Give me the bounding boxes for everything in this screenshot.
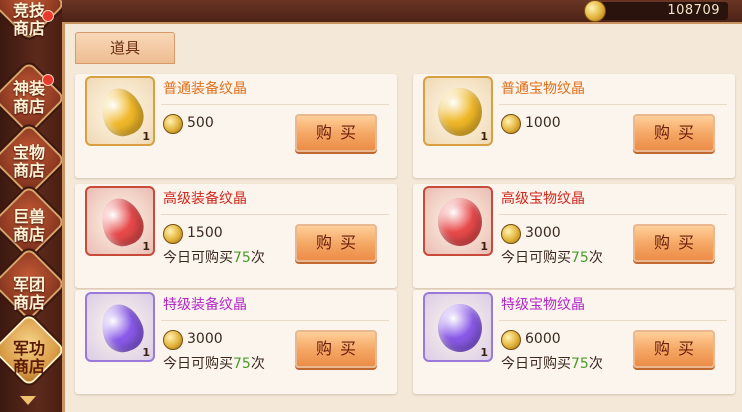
item-quantity: 1 [142,346,150,359]
tab-items[interactable]: 道具 [75,32,175,64]
shop-item-card: 1 特级宝物纹晶 6000 今日可购买75次 购买 [413,290,735,394]
item-name: 特级宝物纹晶 [501,297,585,313]
item-name: 高级宝物纹晶 [501,191,585,207]
item-quantity: 1 [480,130,488,143]
scroll-down-icon[interactable] [20,396,36,405]
item-icon-frame[interactable]: 1 [423,186,493,256]
item-price: 3000 [187,331,223,347]
gold-coin-icon [163,224,183,244]
item-name: 普通宝物纹晶 [501,81,585,97]
divider [499,214,727,215]
item-name: 特级装备纹晶 [163,297,247,313]
buy-button[interactable]: 购买 [295,114,377,152]
item-price: 1000 [525,115,561,131]
divider [499,320,727,321]
gold-coin-icon [584,0,606,22]
limit-count: 75 [233,356,251,372]
shop-item-card: 1 高级装备纹晶 1500 今日可购买75次 购买 [75,184,397,288]
gold-coin-icon [163,330,183,350]
gold-coin-icon [501,330,521,350]
limit-count: 75 [233,250,251,266]
sidebar-item-treasure-shop[interactable]: 宝物 商店 [0,144,58,180]
limit-count: 75 [571,250,589,266]
shop-item-card: 1 特级装备纹晶 3000 今日可购买75次 购买 [75,290,397,394]
limit-prefix: 今日可购买 [501,356,571,372]
gold-coin-icon [501,114,521,134]
purple-equipment-crystal-icon [94,298,150,358]
item-quantity: 1 [480,240,488,253]
item-price: 6000 [525,331,561,347]
top-bar: 108709 [62,0,742,24]
divider [499,104,727,105]
limit-suffix: 次 [588,250,603,266]
shop-panel: 道具 1 普通装备纹晶 500 购买 1 普通宝物纹晶 1000 购买 1 高级… [62,24,742,412]
buy-button[interactable]: 购买 [633,224,715,262]
sidebar-item-beast-shop[interactable]: 巨兽 商店 [0,208,58,244]
divider [161,214,389,215]
limit-suffix: 次 [588,356,603,372]
gold-treasure-crystal-icon [438,88,482,136]
divider [161,320,389,321]
notification-badge [42,10,54,22]
gold-equipment-crystal-icon [94,82,150,142]
divider [161,104,389,105]
currency-amount: 108709 [667,3,720,18]
shop-item-card: 1 普通装备纹晶 500 购买 [75,74,397,178]
item-icon-frame[interactable]: 1 [85,76,155,146]
sidebar-item-merit-shop[interactable]: 军功 商店 [0,340,58,376]
shop-sidebar: 竞技 商店 神装 商店 宝物 商店 巨兽 商店 军团 商店 军功 商店 [0,0,66,412]
red-equipment-crystal-icon [94,192,150,252]
notification-badge [42,74,54,86]
item-icon-frame[interactable]: 1 [423,76,493,146]
item-icon-frame[interactable]: 1 [423,292,493,362]
item-quantity: 1 [142,130,150,143]
buy-button[interactable]: 购买 [633,330,715,368]
item-price: 500 [187,115,214,131]
gold-coin-icon [501,224,521,244]
buy-button[interactable]: 购买 [633,114,715,152]
purchase-limit: 今日可购买75次 [163,353,265,373]
limit-prefix: 今日可购买 [163,356,233,372]
limit-suffix: 次 [250,356,265,372]
item-quantity: 1 [480,346,488,359]
item-quantity: 1 [142,240,150,253]
limit-count: 75 [571,356,589,372]
buy-button[interactable]: 购买 [295,330,377,368]
purchase-limit: 今日可购买75次 [501,353,603,373]
item-name: 普通装备纹晶 [163,81,247,97]
red-treasure-crystal-icon [438,198,482,246]
item-price: 3000 [525,225,561,241]
gold-coin-icon [163,114,183,134]
item-icon-frame[interactable]: 1 [85,186,155,256]
currency-display: 108709 [584,0,728,22]
limit-prefix: 今日可购买 [501,250,571,266]
limit-prefix: 今日可购买 [163,250,233,266]
limit-suffix: 次 [250,250,265,266]
purchase-limit: 今日可购买75次 [163,247,265,267]
purchase-limit: 今日可购买75次 [501,247,603,267]
buy-button[interactable]: 购买 [295,224,377,262]
item-price: 1500 [187,225,223,241]
item-name: 高级装备纹晶 [163,191,247,207]
purple-treasure-crystal-icon [438,304,482,352]
sidebar-item-legion-shop[interactable]: 军团 商店 [0,276,58,312]
item-icon-frame[interactable]: 1 [85,292,155,362]
shop-item-card: 1 高级宝物纹晶 3000 今日可购买75次 购买 [413,184,735,288]
shop-item-card: 1 普通宝物纹晶 1000 购买 [413,74,735,178]
